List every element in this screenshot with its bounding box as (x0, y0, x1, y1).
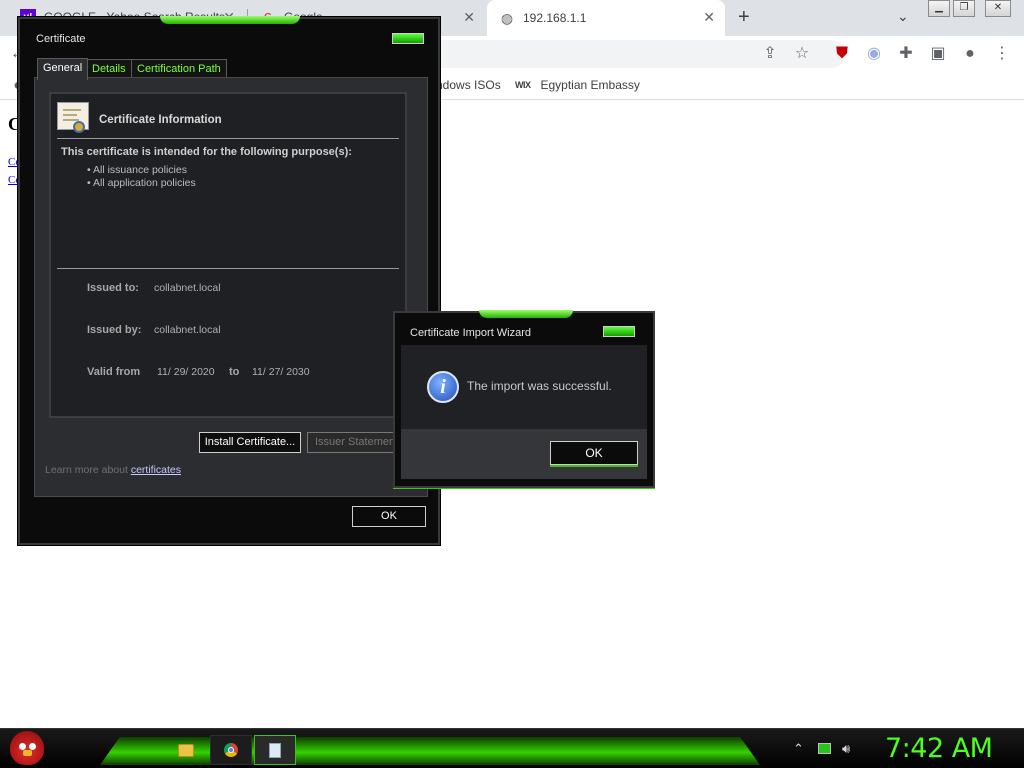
valid-from-value: 11/ 29/ 2020 (157, 366, 215, 378)
certificate-info-panel: Certificate Information This certificate… (49, 92, 407, 418)
ublock-icon[interactable]: ⛊ (832, 44, 852, 64)
divider (57, 138, 399, 139)
certificate-dialog: Certificate General Details Certificatio… (18, 16, 440, 545)
info-title: Certificate Information (99, 114, 222, 126)
file-explorer-icon[interactable] (165, 735, 207, 765)
import-wizard-dialog: Certificate Import Wizard i The import w… (393, 310, 655, 488)
bookmark-label: ndows ISOs (436, 78, 501, 92)
valid-from-label: Valid from (87, 366, 141, 378)
valid-to-value: 11/ 27/ 2030 (252, 366, 310, 378)
bookmark-windows-isos[interactable]: ndows ISOs (436, 78, 501, 92)
wix-icon: WIX (515, 80, 531, 90)
taskbar: ⌃ 🔊︎ 7:42 AM (0, 728, 1024, 768)
tab-close-icon[interactable]: ✕ (703, 9, 715, 26)
restore-icon[interactable]: ❐ (953, 0, 975, 17)
clock[interactable]: 7:42 AM (885, 733, 993, 764)
learn-more-text: Learn more about certificates (45, 464, 181, 476)
tab-close-icon[interactable]: ✕ (463, 9, 475, 26)
volume-icon[interactable]: 🔊︎ (842, 741, 850, 757)
issued-to-value: collabnet.local (154, 282, 221, 294)
success-message: The import was successful. (467, 379, 612, 393)
profile-avatar-icon[interactable]: ● (960, 44, 980, 64)
valid-to-label: to (229, 366, 240, 378)
title-glow (479, 310, 573, 318)
bookmark-star-icon[interactable]: ☆ (792, 44, 812, 64)
ok-button[interactable]: OK (352, 506, 426, 527)
menu-kebab-icon[interactable]: ⋮ (992, 44, 1012, 64)
title-glow (160, 16, 300, 24)
dialog-title: Certificate (36, 33, 86, 45)
start-button-angry-bird-icon[interactable] (10, 731, 44, 765)
certificates-link[interactable]: certificates (131, 464, 181, 476)
purpose-item: • All application policies (87, 177, 196, 189)
tab-certification-path[interactable]: Certification Path (131, 59, 227, 79)
issued-by-label: Issued by: (87, 324, 142, 336)
issued-by-value: collabnet.local (154, 324, 221, 336)
message-area: i The import was successful. (401, 345, 647, 429)
minimize-icon[interactable]: ▁ (928, 0, 950, 17)
issuer-statement-button: Issuer Statement (307, 432, 407, 453)
network-icon[interactable] (818, 743, 831, 754)
dialog-title: Certificate Import Wizard (410, 327, 532, 339)
tray-chevron-icon[interactable]: ⌃ (793, 741, 804, 757)
tab-router[interactable]: ◍ 192.168.1.1 ✕ (487, 0, 725, 36)
chrome-icon[interactable] (210, 735, 252, 765)
close-window-icon[interactable]: ✕ (985, 0, 1011, 17)
tab-search-chevron-icon[interactable]: ⌄ (897, 8, 909, 25)
tab-panel-general: Certificate Information This certificate… (34, 77, 428, 497)
tab-details[interactable]: Details (86, 59, 132, 79)
share-icon[interactable]: ⇪ (760, 44, 780, 64)
install-certificate-button[interactable]: Install Certificate... (199, 432, 301, 453)
bookmark-label: Egyptian Embassy (540, 78, 640, 92)
purpose-heading: This certificate is intended for the fol… (61, 146, 352, 158)
extension-flag-icon[interactable]: ◉ (864, 44, 884, 64)
information-icon: i (427, 371, 459, 403)
document-icon[interactable] (254, 735, 296, 765)
bookmark-egyptian-embassy[interactable]: WIX Egyptian Embassy (515, 78, 640, 92)
purpose-item: • All issuance policies (87, 164, 187, 176)
side-panel-icon[interactable]: ▣ (928, 44, 948, 64)
globe-icon: ◍ (500, 9, 514, 26)
new-tab-icon[interactable]: + (738, 6, 750, 29)
close-button[interactable] (603, 326, 635, 337)
issued-to-label: Issued to: (87, 282, 139, 294)
tab-title: 192.168.1.1 (523, 11, 587, 25)
close-button[interactable] (392, 33, 424, 44)
tab-general[interactable]: General (37, 58, 89, 80)
extensions-puzzle-icon[interactable]: ✚ (896, 44, 916, 64)
address-bar[interactable] (430, 40, 845, 68)
certificate-icon (57, 102, 89, 133)
divider (57, 268, 399, 269)
learn-more-prefix: Learn more about (45, 464, 128, 476)
ok-button[interactable]: OK (550, 441, 638, 465)
